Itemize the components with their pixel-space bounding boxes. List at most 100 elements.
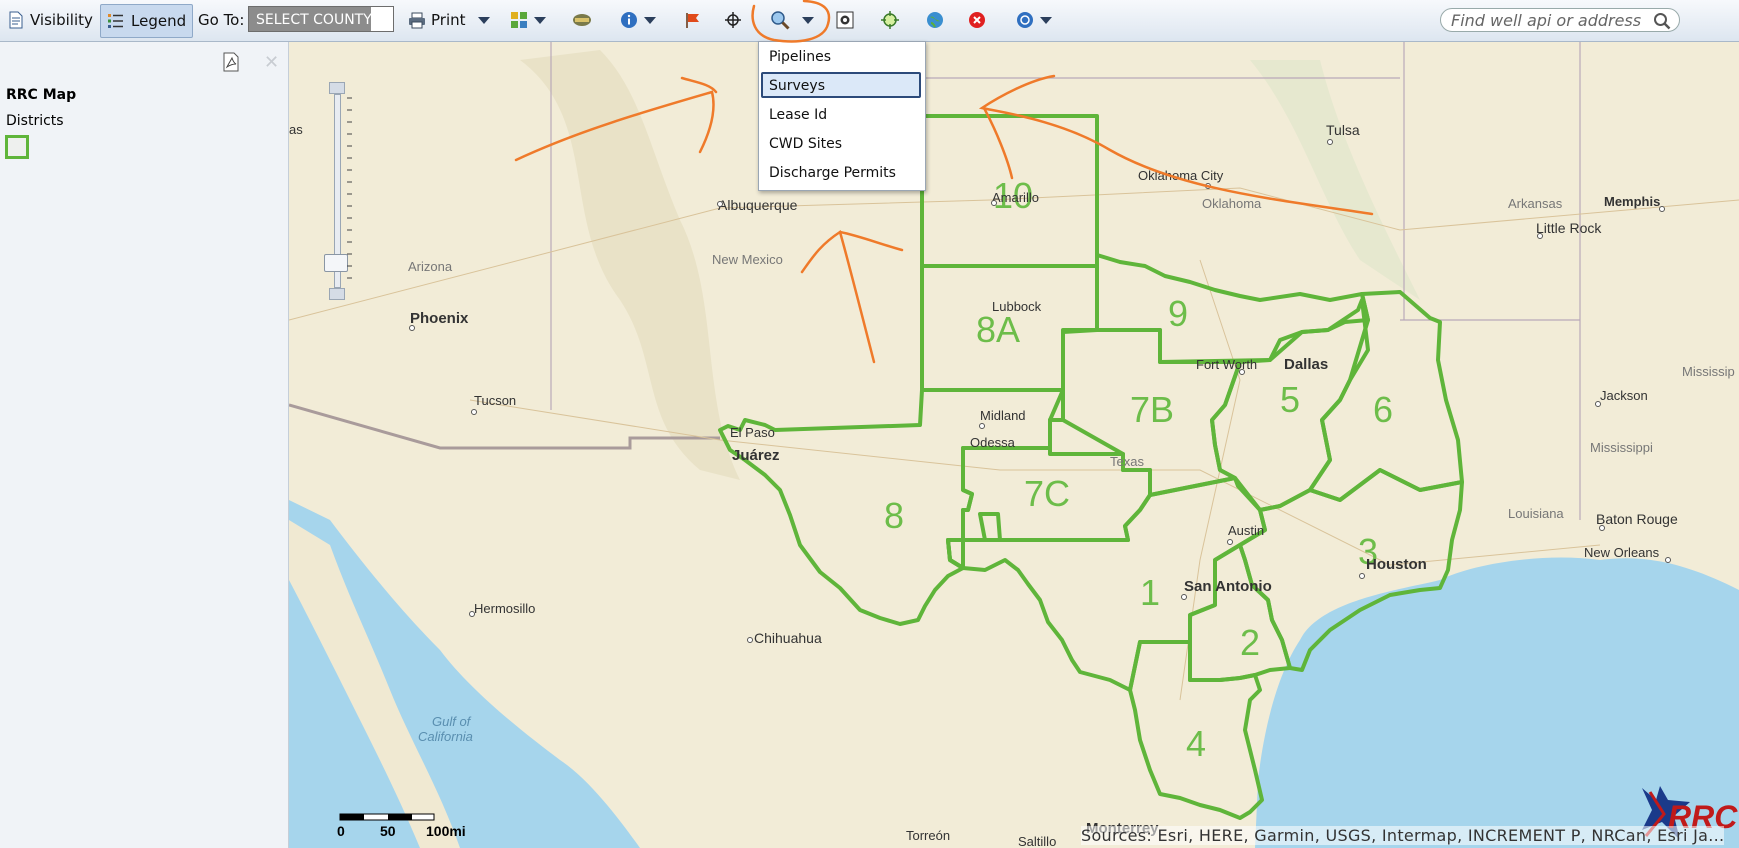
county-select-value: SELECT COUNTY <box>256 12 372 28</box>
legend-button[interactable]: Legend <box>100 4 194 38</box>
place-label: Midland <box>980 408 1026 423</box>
place-label: Dallas <box>1284 356 1328 373</box>
place-label: Baton Rouge <box>1596 511 1678 527</box>
scale-label: 0 <box>337 823 345 839</box>
legend-label: Legend <box>131 12 187 30</box>
map-canvas[interactable]: 10 8A 9 7B 5 6 7C 8 1 3 2 4 as Tulsa Okl… <box>289 42 1739 848</box>
visibility-label: Visibility <box>30 11 93 29</box>
map-view[interactable]: 10 8A 9 7B 5 6 7C 8 1 3 2 4 as Tulsa Okl… <box>289 42 1739 848</box>
place-label: as <box>289 122 303 137</box>
basemap-button[interactable] <box>510 4 546 36</box>
district-label-1: 1 <box>1140 572 1160 613</box>
scale-label: 100mi <box>426 823 466 839</box>
measure-button[interactable] <box>572 4 592 36</box>
layer-label: Districts <box>6 113 64 129</box>
crosshair-button[interactable] <box>724 4 742 36</box>
district-label-2: 2 <box>1240 622 1260 663</box>
place-label: Gulf of <box>432 714 472 729</box>
locate-button[interactable] <box>880 4 900 36</box>
help-button[interactable] <box>1016 4 1052 36</box>
pdf-icon[interactable] <box>222 52 240 72</box>
place-label: Tulsa <box>1326 122 1360 138</box>
place-label: Fort Worth <box>1196 357 1257 372</box>
printer-icon <box>409 12 425 28</box>
place-label: Chihuahua <box>754 630 822 646</box>
grid-icon <box>511 12 527 28</box>
globe-icon <box>927 12 943 28</box>
close-panel-icon[interactable]: ✕ <box>264 52 279 73</box>
chevron-down-icon[interactable] <box>534 16 546 24</box>
print-label: Print <box>431 11 466 29</box>
district-label-8a: 8A <box>976 309 1020 350</box>
place-label: Torreón <box>906 828 950 843</box>
ruler-icon <box>573 14 591 26</box>
place-label: Mississip <box>1682 364 1735 379</box>
search-icon[interactable] <box>1653 12 1671 30</box>
clear-button[interactable] <box>968 4 986 36</box>
dropdown-item-lease-id[interactable]: Lease Id <box>769 107 827 123</box>
zoom-slider[interactable] <box>324 82 352 300</box>
zoom-ticks <box>347 97 352 279</box>
place-label: Arkansas <box>1508 196 1563 211</box>
print-button[interactable]: Print <box>408 4 490 36</box>
district-label-5: 5 <box>1280 379 1300 420</box>
place-label: Little Rock <box>1536 220 1602 236</box>
place-label: California <box>418 729 473 744</box>
info-icon <box>621 12 637 28</box>
place-label: Texas <box>1110 454 1144 469</box>
chevron-down-icon[interactable] <box>644 16 656 24</box>
zoom-extent-button[interactable] <box>836 4 854 36</box>
dropdown-item-cwd-sites[interactable]: CWD Sites <box>769 136 842 152</box>
place-label: New Mexico <box>712 252 783 267</box>
locate-icon <box>881 11 899 29</box>
zoom-out-button[interactable] <box>329 288 345 300</box>
zoom-handle[interactable] <box>324 254 348 272</box>
flag-icon <box>686 13 699 28</box>
county-select-handle[interactable] <box>371 7 393 31</box>
zoom-in-button[interactable] <box>329 82 345 94</box>
identify-button[interactable] <box>620 4 656 36</box>
place-label: Jackson <box>1600 388 1648 403</box>
place-label: El Paso <box>730 425 775 440</box>
place-label: Odessa <box>970 435 1016 450</box>
district-label-8: 8 <box>884 495 904 536</box>
place-label: Amarillo <box>992 190 1039 205</box>
help-icon <box>1017 12 1033 28</box>
panel-title: RRC Map <box>6 87 77 103</box>
place-label: Phoenix <box>410 310 469 327</box>
place-label: Mississippi <box>1590 440 1653 455</box>
district-label-4: 4 <box>1186 723 1206 764</box>
search-input[interactable]: Find well api or address <box>1440 8 1680 32</box>
district-label-6: 6 <box>1373 389 1393 430</box>
place-label: Hermosillo <box>474 601 535 616</box>
visibility-button[interactable]: Visibility <box>8 4 93 36</box>
attribution: Sources: Esri, HERE, Garmin, USGS, Inter… <box>1081 826 1725 845</box>
dropdown-item-discharge-permits[interactable]: Discharge Permits <box>769 165 896 181</box>
place-label: Memphis <box>1604 194 1660 209</box>
district-label-7c: 7C <box>1024 473 1070 514</box>
globe-button[interactable] <box>926 4 944 36</box>
place-label: Oklahoma <box>1202 196 1262 211</box>
district-swatch[interactable] <box>5 135 29 159</box>
place-label: Albuquerque <box>718 197 798 213</box>
place-label: San Antonio <box>1184 578 1272 595</box>
chevron-down-icon[interactable] <box>1040 16 1052 24</box>
close-icon <box>969 12 985 28</box>
place-label: Arizona <box>408 259 453 274</box>
district-label-9: 9 <box>1168 293 1188 334</box>
flag-button[interactable] <box>684 4 702 36</box>
annotation-circle <box>751 0 831 43</box>
search-placeholder: Find well api or address <box>1451 11 1642 30</box>
dropdown-item-surveys[interactable]: Surveys <box>769 78 825 94</box>
list-icon <box>108 14 123 28</box>
place-label: Saltillo <box>1018 834 1056 848</box>
legend-panel: ✕ RRC Map Districts <box>0 42 289 848</box>
county-select[interactable]: SELECT COUNTY <box>248 6 394 32</box>
toolbar: Visibility Legend Go To: SELECT COUNTY P… <box>0 0 1739 42</box>
scale-label: 50 <box>380 823 396 839</box>
place-label: Houston <box>1366 556 1427 573</box>
dropdown-item-pipelines[interactable]: Pipelines <box>769 49 831 65</box>
target-icon <box>836 11 854 29</box>
goto-label: Go To: <box>198 11 245 29</box>
chevron-down-icon[interactable] <box>477 16 490 24</box>
